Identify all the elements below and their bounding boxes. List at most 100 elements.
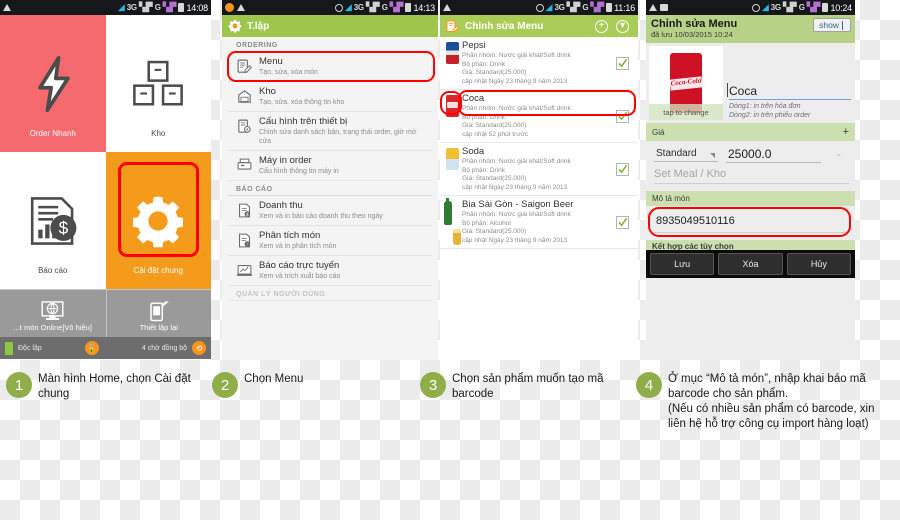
home-bottom-tiles: ...t món Online[Vô hiệu] Thiết lập lại — [0, 289, 211, 337]
network-3g-label: 3G — [554, 3, 565, 12]
status-left-icons — [443, 4, 451, 11]
add-price-button[interactable]: + — [843, 126, 849, 138]
menu-list-item-pepsi[interactable]: Pepsi Phân nhóm: Nước giải khát/Soft dri… — [440, 37, 638, 90]
item-subtitle: Chỉnh sửa danh sách bàn, trạng thái orde… — [259, 129, 417, 145]
settings-item-doanh-thu[interactable]: $ Doanh thu Xem và in báo cáo doanh thu … — [228, 196, 432, 226]
notification-icon — [225, 3, 234, 12]
alarm-icon — [334, 3, 343, 12]
item-group: Phân nhóm: Nước giải khát/Soft drink — [462, 52, 571, 59]
settings-item-text: Phân tích món Xem và in phân tích món — [259, 230, 424, 251]
caption-step-2: 2 Chọn Menu — [212, 372, 392, 398]
price-type-select[interactable]: Standard — [654, 148, 718, 162]
item-checkbox[interactable] — [610, 146, 634, 192]
item-name-input[interactable]: Coca — [727, 83, 851, 100]
tile-label: Order Nhanh — [29, 129, 76, 138]
item-title: Cấu hình trên thiết bị — [259, 116, 348, 127]
settings-list[interactable]: ORDERING Menu Tạo, sửa, xóa món Kho Tạo,… — [222, 37, 438, 360]
settings-item-text: Kho Tạo, sửa, xóa thông tin kho — [259, 86, 424, 107]
item-updated: cập nhật 52 phút trước — [462, 130, 529, 138]
add-item-button[interactable]: + — [595, 19, 608, 33]
home-tile-grid: Order Nhanh Kho $ Báo cáo Cài đặt chung — [0, 15, 211, 289]
show-button[interactable]: show — [813, 18, 851, 32]
item-image-thumbnail[interactable]: tap to change — [649, 46, 723, 120]
step-badge: 3 — [420, 372, 446, 398]
menu-list-item-bia-sai-gon[interactable]: Bia Sài Gòn - Saigon Beer Phân nhóm: Nướ… — [440, 196, 638, 249]
screenshot-panel-home: ◢ 3G ▚▛ G ▚▛ 14:08 Order Nhanh Kho $ Báo… — [0, 0, 211, 360]
status-clock: 10:24 — [830, 2, 852, 13]
signal-bars2-icon: ▚▛ — [162, 2, 177, 12]
analysis-icon: ! — [236, 232, 253, 249]
signal-bars-icon: ▚▛ — [782, 2, 797, 12]
item-name: Soda — [462, 146, 485, 157]
status-right-icons: ◢ 3G ▚▛ G ▚▛ 11:16 — [535, 2, 635, 13]
sync-mode-label: Độc lập — [18, 344, 42, 352]
item-checkbox[interactable] — [610, 199, 634, 245]
tile-thiet-lap-lai[interactable]: Thiết lập lại — [105, 290, 212, 337]
screenshot-panel-menu-list: ◢ 3G ▚▛ G ▚▛ 11:16 Chỉnh sửa Menu + ▾ Pe… — [440, 0, 638, 360]
network-g-label: G — [154, 3, 161, 12]
status-left-icons — [225, 3, 245, 12]
gear-icon — [130, 193, 186, 249]
item-title: Máy in order — [259, 155, 312, 166]
status-bar-menu-list: ◢ 3G ▚▛ G ▚▛ 11:16 — [440, 0, 638, 15]
coke-can-icon — [442, 93, 462, 139]
item-subtitle: Cấu hình thông tin máy in — [259, 168, 339, 175]
settings-item-cau-hinh-thiet-bi[interactable]: Cấu hình trên thiết bị Chỉnh sửa danh sá… — [228, 112, 432, 151]
tile-cai-dat-chung[interactable]: Cài đặt chung — [105, 152, 211, 289]
boxes-icon — [130, 56, 186, 112]
app-bar-title: Chỉnh sửa Menu — [465, 20, 544, 32]
price-value-input[interactable]: 25000.0 — [726, 147, 821, 163]
screenshot-panel-item-detail: ◢ 3G ▚▛ G ▚▛ 10:24 Chỉnh sửa Menu đã lưu… — [646, 0, 855, 360]
tile-bao-cao[interactable]: $ Báo cáo — [0, 152, 106, 289]
menu-item-list[interactable]: Pepsi Phân nhóm: Nước giải khát/Soft dri… — [440, 37, 638, 360]
section-header-ordering: ORDERING — [228, 37, 432, 52]
app-bar-title: T.lập — [247, 20, 270, 32]
menu-list-item-coca[interactable]: Coca Phân nhóm: Nước giải khát/Soft drin… — [440, 90, 638, 143]
settings-item-text: Báo cáo trực tuyến Xem và trích xuất báo… — [259, 260, 424, 281]
tile-label: Báo cáo — [38, 266, 68, 275]
tile-order-online[interactable]: ...t món Online[Vô hiệu] — [0, 290, 106, 337]
tile-order-nhanh[interactable]: Order Nhanh — [0, 15, 106, 152]
chevron-down-icon[interactable]: ▾ — [616, 19, 629, 33]
status-bar-home: ◢ 3G ▚▛ G ▚▛ 14:08 — [0, 0, 211, 15]
save-button[interactable]: Lưu — [650, 253, 715, 275]
soda-can-icon — [442, 146, 462, 192]
item-checkbox[interactable] — [610, 40, 634, 86]
item-subtitle: Xem và in báo cáo doanh thu theo ngày — [259, 213, 383, 220]
network-g-label: G — [582, 3, 589, 12]
item-price: Giá: Standard(25.000) — [462, 175, 527, 182]
settings-item-may-in-order[interactable]: Máy in order Cấu hình thông tin máy in — [228, 151, 432, 181]
menu-list-item-soda[interactable]: Soda Phân nhóm: Nước giải khát/Soft drin… — [440, 143, 638, 196]
report-dollar-icon: $ — [25, 193, 81, 249]
item-name: Bia Sài Gòn - Saigon Beer — [462, 199, 574, 210]
step-text: Ở mục “Mô tả món”, nhập khai báo mã barc… — [668, 373, 875, 430]
alarm-icon — [751, 3, 760, 12]
remove-price-button[interactable]: - — [829, 149, 849, 161]
settings-item-bao-cao-truc-tuyen[interactable]: Báo cáo trực tuyến Xem và trích xuất báo… — [228, 256, 432, 286]
settings-item-menu[interactable]: Menu Tạo, sửa, xóa món — [227, 51, 435, 82]
delete-button[interactable]: Xóa — [718, 253, 783, 275]
cancel-button[interactable]: Hủy — [786, 253, 851, 275]
warning-triangle-icon — [443, 4, 451, 11]
menu-edit-icon — [445, 19, 460, 34]
sync-icon[interactable]: ⟲ — [192, 341, 206, 355]
signal-bars-icon: ▚▛ — [566, 2, 581, 12]
set-meal-input[interactable]: Set Meal / Kho — [654, 168, 849, 184]
item-title: Menu — [259, 56, 283, 67]
settings-item-kho[interactable]: Kho Tạo, sửa, xóa thông tin kho — [228, 82, 432, 112]
item-updated: cập nhật Ngày 23 tháng 9 năm 2013 — [462, 183, 568, 191]
tile-label: Thiết lập lại — [139, 323, 178, 332]
detail-header: Chỉnh sửa Menu đã lưu 10/03/2015 10:24 s… — [646, 15, 855, 43]
tile-kho[interactable]: Kho — [105, 15, 211, 152]
item-checkbox[interactable] — [610, 93, 634, 139]
beer-bottle-icon — [442, 198, 462, 245]
description-input[interactable]: 8935049510116 — [648, 207, 851, 237]
settings-item-text: Máy in order Cấu hình thông tin máy in — [259, 155, 424, 176]
item-image-row: tap to change Coca Dòng1: in trên hóa đơ… — [646, 43, 855, 123]
lock-icon[interactable]: 🔒 — [84, 341, 99, 355]
section-header-bao-cao: BÁO CÁO — [228, 181, 432, 196]
svg-text:!: ! — [247, 242, 248, 247]
wifi-icon: ◢ — [545, 2, 553, 12]
settings-item-phan-tich-mon[interactable]: ! Phân tích món Xem và in phân tích món — [228, 226, 432, 256]
caption-step-4: 4 Ở mục “Mô tả món”, nhập khai báo mã ba… — [636, 372, 894, 432]
